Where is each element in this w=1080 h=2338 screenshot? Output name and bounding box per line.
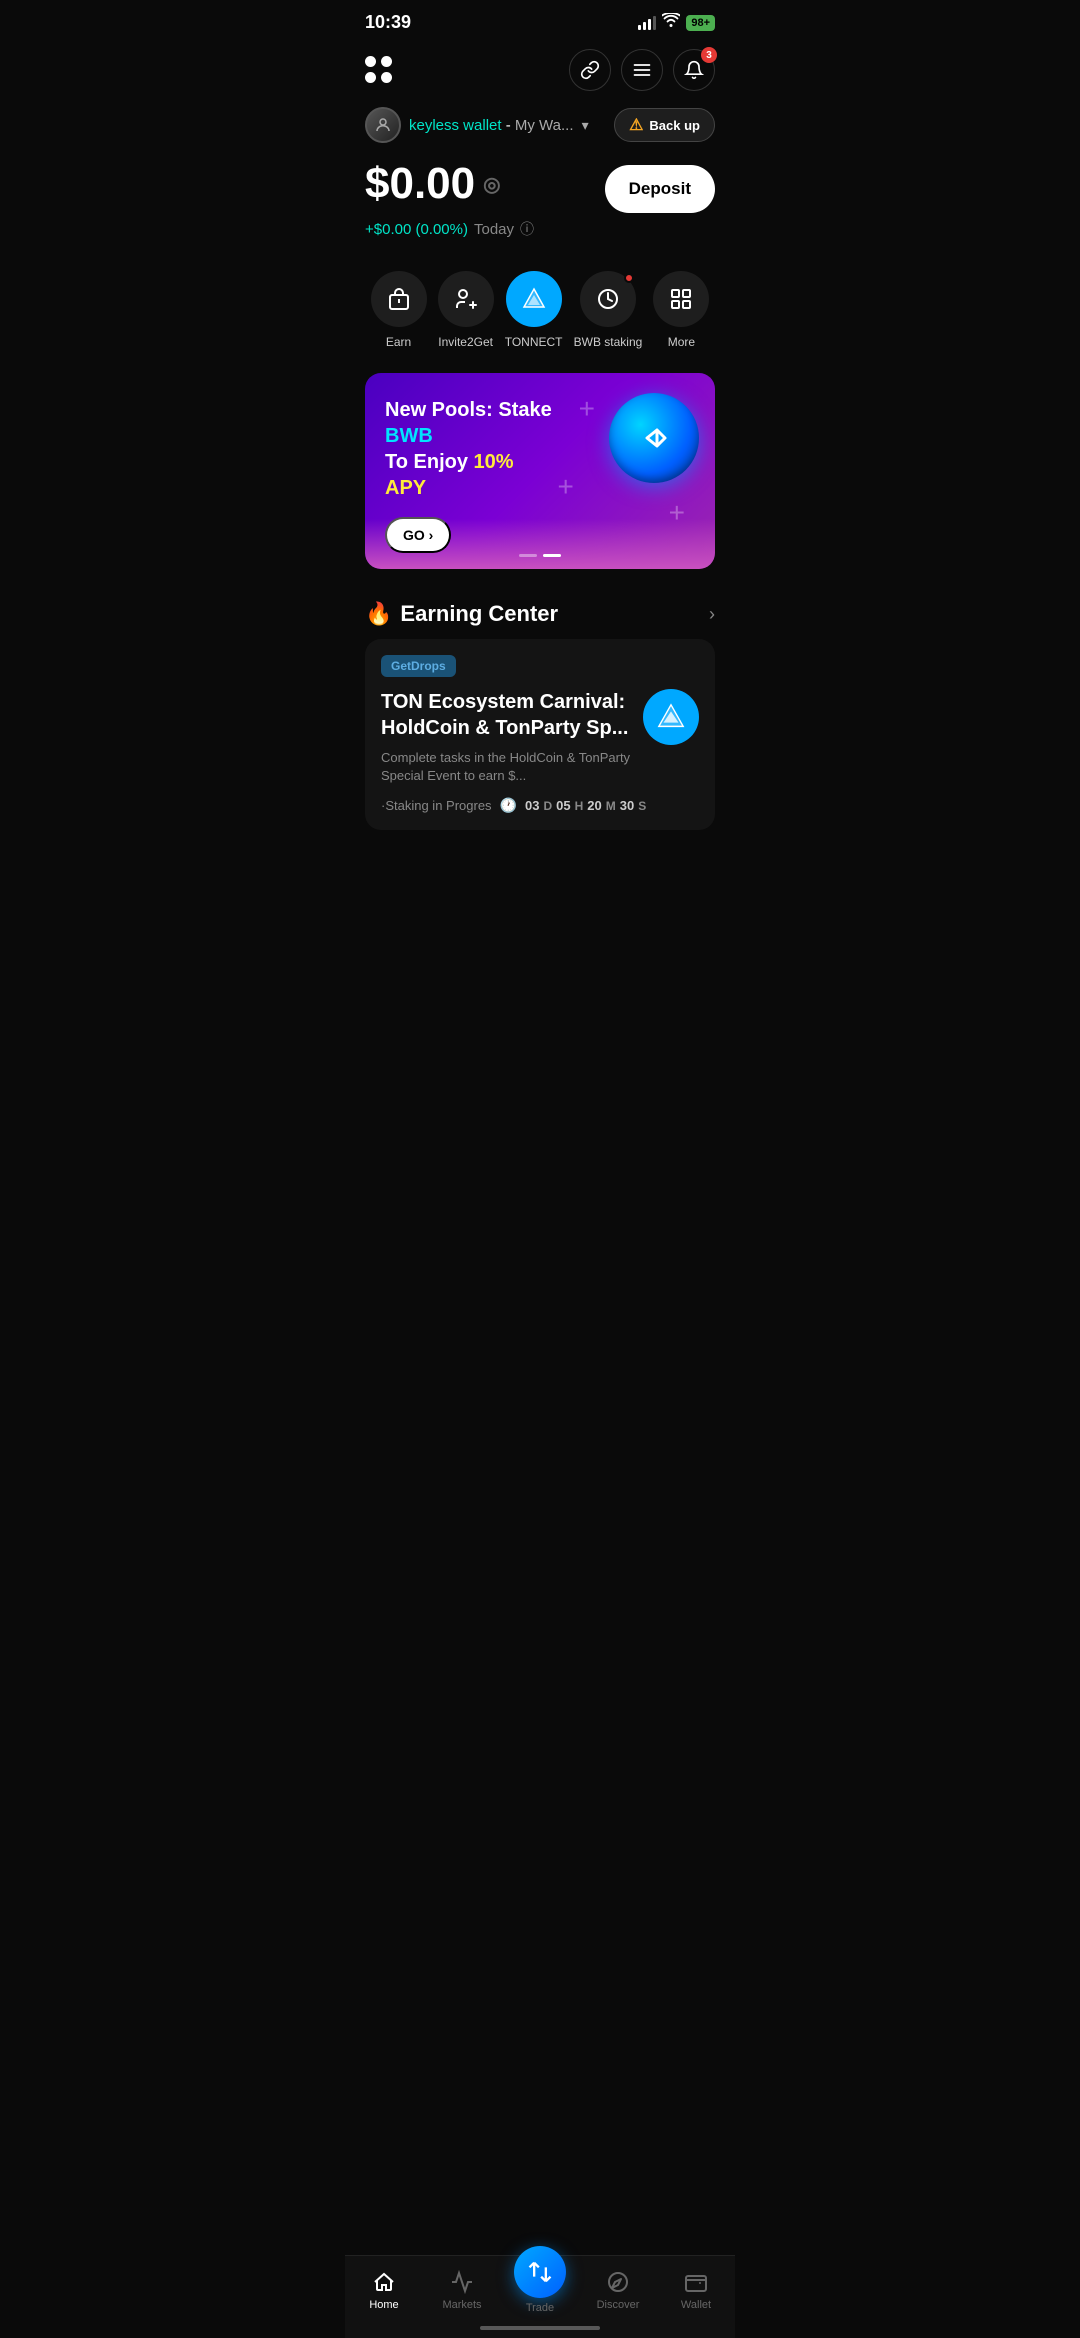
timer: 03 D 05 H 20 M 30 S — [525, 798, 646, 813]
action-tonnect[interactable]: TONNECT — [505, 271, 563, 349]
card-title: TON Ecosystem Carnival: HoldCoin & TonPa… — [381, 689, 631, 741]
wifi-icon — [662, 13, 680, 32]
signal-icon — [638, 16, 656, 30]
battery-icon: 98+ — [686, 15, 715, 31]
notification-button[interactable]: 3 — [673, 49, 715, 91]
banner-coin-icon — [609, 393, 699, 483]
logo-grid-icon — [365, 56, 393, 84]
earn-button[interactable] — [371, 271, 427, 327]
staking-status: ·Staking in Progres — [381, 798, 492, 813]
banner-dot-2 — [543, 554, 561, 557]
deco-plus-2: + — [669, 497, 685, 529]
info-icon: ⓘ — [520, 219, 534, 239]
promotion-banner[interactable]: + + + New Pools: Stake BWB To Enjoy 10% … — [365, 373, 715, 569]
card-footer: ·Staking in Progres 🕐 03 D 05 H 20 M 30 … — [381, 797, 699, 814]
earning-center-header: 🔥 Earning Center › — [345, 585, 735, 639]
tonnect-label: TONNECT — [505, 335, 563, 349]
invite-label: Invite2Get — [438, 335, 493, 349]
more-label: More — [668, 335, 695, 349]
invite-button[interactable] — [438, 271, 494, 327]
banner-title: New Pools: Stake BWB To Enjoy 10% APY — [385, 397, 556, 501]
action-more[interactable]: More — [653, 271, 709, 349]
card-text: TON Ecosystem Carnival: HoldCoin & TonPa… — [381, 689, 631, 785]
card-tag: GetDrops — [381, 655, 456, 677]
status-icons: 98+ — [638, 13, 715, 32]
status-time: 10:39 — [365, 12, 411, 33]
banner-text: New Pools: Stake BWB To Enjoy 10% APY GO… — [385, 397, 556, 553]
nav-trade[interactable]: Trade — [501, 2266, 579, 2314]
action-bwb[interactable]: BWB staking — [574, 271, 643, 349]
earning-center-arrow[interactable]: › — [709, 604, 715, 625]
quick-actions: Earn Invite2Get TONNECT BWB staking — [345, 255, 735, 357]
earn-label: Earn — [386, 335, 411, 349]
balance-amount: $0.00 ◎ — [365, 159, 501, 209]
nav-discover[interactable]: Discover — [579, 2269, 657, 2311]
tonnect-button[interactable] — [506, 271, 562, 327]
trade-button[interactable] — [514, 2246, 566, 2298]
nav-home[interactable]: Home — [345, 2269, 423, 2311]
banner-dot-1 — [519, 554, 537, 557]
header-actions: 3 — [569, 49, 715, 91]
banner-go-button[interactable]: GO › — [385, 517, 451, 553]
nav-wallet[interactable]: Wallet — [657, 2269, 735, 2311]
more-button[interactable] — [653, 271, 709, 327]
deco-plus-3: + — [558, 471, 574, 503]
link-button[interactable] — [569, 49, 611, 91]
header: 3 — [345, 41, 735, 103]
action-invite[interactable]: Invite2Get — [438, 271, 494, 349]
discover-icon — [605, 2269, 631, 2295]
nav-markets[interactable]: Markets — [423, 2269, 501, 2311]
chevron-down-icon: ▾ — [582, 117, 589, 133]
action-earn[interactable]: Earn — [371, 271, 427, 349]
card-description: Complete tasks in the HoldCoin & TonPart… — [381, 749, 631, 785]
wallet-icon — [683, 2269, 709, 2295]
menu-button[interactable] — [621, 49, 663, 91]
deposit-button[interactable]: Deposit — [605, 165, 715, 213]
earning-card[interactable]: GetDrops TON Ecosystem Carnival: HoldCoi… — [365, 639, 715, 830]
bwb-label: BWB staking — [574, 335, 643, 349]
eye-icon[interactable]: ◎ — [483, 172, 500, 197]
clock-icon: 🕐 — [500, 797, 517, 814]
fire-emoji: 🔥 — [365, 601, 392, 627]
markets-icon — [449, 2269, 475, 2295]
card-content: TON Ecosystem Carnival: HoldCoin & TonPa… — [381, 689, 699, 785]
home-indicator — [480, 2326, 600, 2330]
nav-markets-label: Markets — [442, 2299, 481, 2311]
wallet-section: keyless wallet - My Wa... ▾ ⚠ Back up $0… — [345, 103, 735, 255]
balance-change: +$0.00 (0.00%) Today ⓘ — [365, 219, 715, 239]
earning-center-title: 🔥 Earning Center — [365, 601, 558, 627]
warning-icon: ⚠ — [629, 115, 643, 135]
nav-home-label: Home — [369, 2299, 398, 2311]
home-icon — [371, 2269, 397, 2295]
bwb-dot — [624, 273, 634, 283]
bwb-button[interactable] — [580, 271, 636, 327]
card-logo-icon — [643, 689, 699, 745]
notification-badge: 3 — [701, 47, 717, 63]
wallet-label[interactable]: keyless wallet - My Wa... ▾ — [365, 107, 589, 143]
banner-dots — [519, 554, 561, 557]
nav-wallet-label: Wallet — [681, 2299, 711, 2311]
nav-trade-label: Trade — [526, 2302, 554, 2314]
backup-button[interactable]: ⚠ Back up — [614, 108, 715, 142]
wallet-info-row: keyless wallet - My Wa... ▾ ⚠ Back up — [365, 107, 715, 143]
wallet-name: keyless wallet - My Wa... ▾ — [409, 117, 589, 134]
app-logo — [365, 56, 393, 84]
nav-discover-label: Discover — [597, 2299, 640, 2311]
deco-plus-1: + — [579, 393, 595, 425]
status-bar: 10:39 98+ — [345, 0, 735, 41]
balance-row: $0.00 ◎ Deposit — [365, 159, 715, 213]
wallet-avatar — [365, 107, 401, 143]
